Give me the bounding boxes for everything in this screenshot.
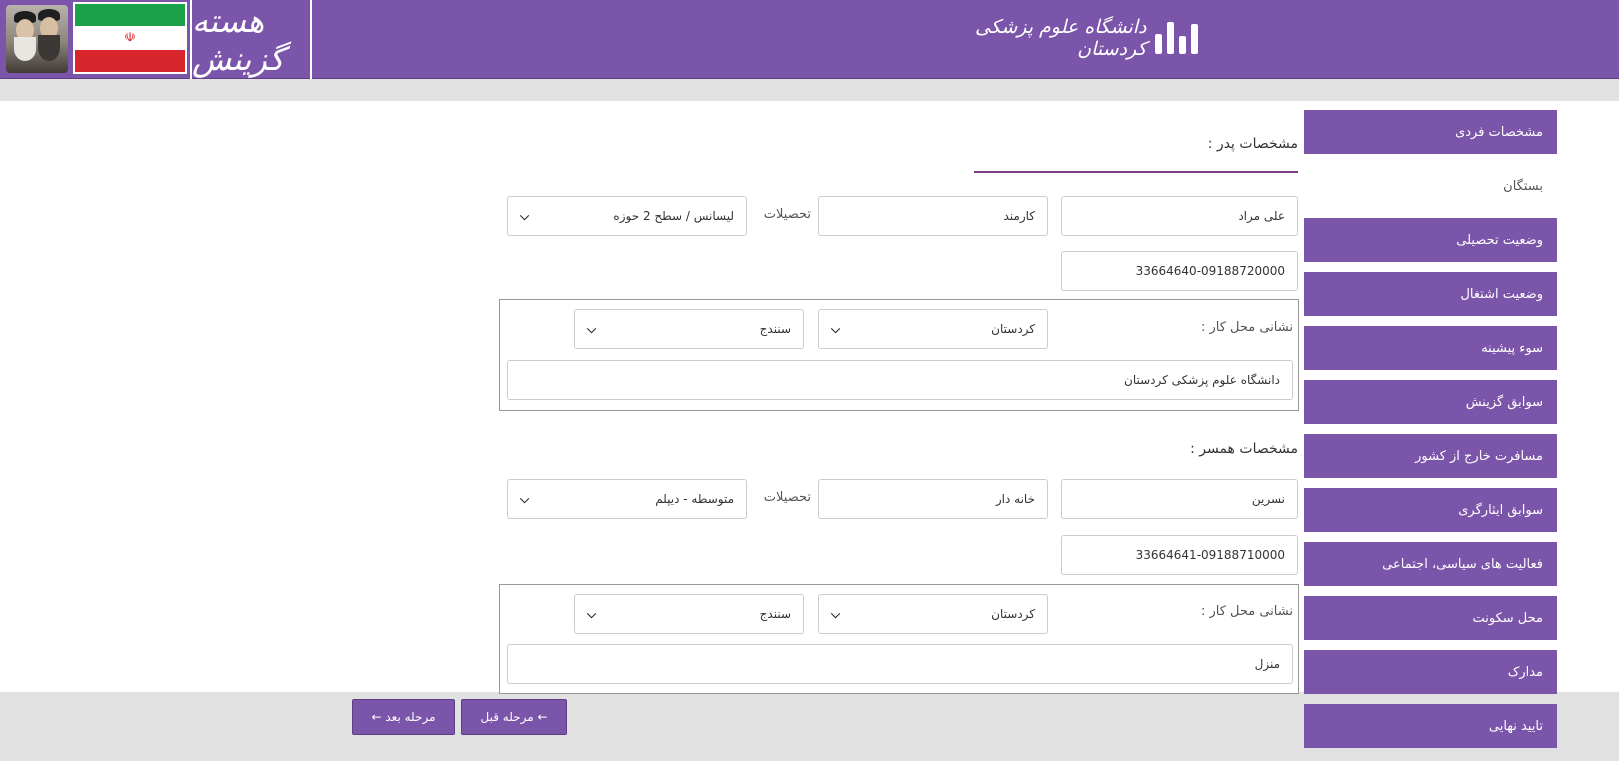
sidebar-item-label: سوابق گزینش bbox=[1465, 394, 1543, 410]
university-name: دانشگاه علوم پزشکی کردستان bbox=[974, 16, 1147, 60]
chevron-down-icon: ⌵ bbox=[520, 491, 530, 506]
flag-green-stripe bbox=[75, 4, 185, 27]
sidebar-item-label: فعالیت های سیاسی، اجتماعی bbox=[1382, 556, 1543, 572]
chevron-down-icon: ⌵ bbox=[587, 606, 597, 621]
spouse-name-input[interactable] bbox=[1061, 479, 1298, 519]
page-header: ☫ هسته گزینش دانشگاه علوم پزشکی کردستان bbox=[0, 0, 1619, 79]
spouse-province-select[interactable]: کردستان ⌵ bbox=[818, 594, 1048, 634]
university-emblem-icon bbox=[1155, 18, 1200, 58]
sidebar-item-label: وضعیت اشتغال bbox=[1460, 286, 1543, 302]
father-education-value: لیسانس / سطح 2 حوزه bbox=[613, 209, 734, 223]
header-band bbox=[0, 79, 1619, 101]
chevron-down-icon: ⌵ bbox=[831, 321, 841, 336]
spouse-phone-input[interactable] bbox=[1061, 535, 1298, 575]
step-sidebar: مشخصات فردی بستگان وضعیت تحصیلی وضعیت اش… bbox=[1304, 110, 1557, 758]
sidebar-item-final-confirm[interactable]: تایید نهایی bbox=[1304, 704, 1557, 748]
father-province-select[interactable]: کردستان ⌵ bbox=[818, 309, 1048, 349]
sidebar-item-personal-info[interactable]: مشخصات فردی bbox=[1304, 110, 1557, 154]
father-city-select[interactable]: سنندج ⌵ bbox=[574, 309, 804, 349]
prev-step-button[interactable]: ← مرحله قبل bbox=[461, 699, 567, 735]
spouse-city-select[interactable]: سنندج ⌵ bbox=[574, 594, 804, 634]
father-education-label: تحصیلات bbox=[763, 207, 811, 222]
sidebar-item-label: بستگان bbox=[1503, 178, 1543, 194]
sidebar-item-foreign-travel[interactable]: مسافرت خارج از کشور bbox=[1304, 434, 1557, 478]
sidebar-item-education-status[interactable]: وضعیت تحصیلی bbox=[1304, 218, 1557, 262]
sidebar-item-documents[interactable]: مدارک bbox=[1304, 650, 1557, 694]
flag-white-stripe: ☫ bbox=[75, 26, 185, 50]
spouse-address-input[interactable] bbox=[507, 644, 1293, 684]
sidebar-item-label: وضعیت تحصیلی bbox=[1456, 232, 1543, 248]
father-job-input[interactable] bbox=[818, 196, 1048, 236]
sidebar-item-label: تایید نهایی bbox=[1488, 718, 1543, 734]
sidebar-item-label: سوابق ایثارگری bbox=[1458, 502, 1543, 518]
sidebar-item-relatives[interactable]: بستگان bbox=[1304, 164, 1557, 208]
sidebar-item-label: مسافرت خارج از کشور bbox=[1415, 448, 1543, 464]
portrait-beard-left bbox=[14, 37, 36, 61]
flag-red-stripe bbox=[75, 49, 185, 72]
sidebar-item-political-social[interactable]: فعالیت های سیاسی، اجتماعی bbox=[1304, 542, 1557, 586]
brand-logo: هسته گزینش bbox=[190, 0, 312, 79]
father-education-select[interactable]: لیسانس / سطح 2 حوزه ⌵ bbox=[507, 196, 747, 236]
chevron-down-icon: ⌵ bbox=[520, 208, 530, 223]
sidebar-item-veteran-history[interactable]: سوابق ایثارگری bbox=[1304, 488, 1557, 532]
iran-flag: ☫ bbox=[73, 2, 187, 74]
father-city-value: سنندج bbox=[759, 322, 791, 336]
father-province-value: کردستان bbox=[991, 322, 1035, 336]
sidebar-item-label: مدارک bbox=[1507, 664, 1543, 680]
sidebar-item-label: محل سکونت bbox=[1472, 610, 1543, 626]
spouse-city-value: سنندج bbox=[759, 607, 791, 621]
flag-emblem-icon: ☫ bbox=[124, 30, 136, 46]
spouse-job-input[interactable] bbox=[818, 479, 1048, 519]
spouse-education-label: تحصیلات bbox=[763, 490, 811, 505]
sidebar-item-residence[interactable]: محل سکونت bbox=[1304, 596, 1557, 640]
father-section-title: مشخصات پدر : bbox=[1207, 136, 1298, 152]
sidebar-item-label: سوء پیشینه bbox=[1481, 340, 1543, 356]
sidebar-item-label: مشخصات فردی bbox=[1455, 124, 1543, 140]
chevron-down-icon: ⌵ bbox=[587, 321, 597, 336]
chevron-down-icon: ⌵ bbox=[831, 606, 841, 621]
sidebar-item-selection-history[interactable]: سوابق گزینش bbox=[1304, 380, 1557, 424]
father-title-rule bbox=[974, 171, 1298, 173]
spouse-education-value: متوسطه - دیپلم bbox=[655, 492, 734, 506]
next-step-button[interactable]: مرحله بعد ← bbox=[352, 699, 455, 735]
spouse-province-value: کردستان bbox=[991, 607, 1035, 621]
leaders-portrait bbox=[6, 5, 68, 73]
portrait-beard-right bbox=[38, 35, 60, 61]
spouse-workplace-label: نشانی محل کار : bbox=[1200, 604, 1293, 619]
father-name-input[interactable] bbox=[1061, 196, 1298, 236]
spouse-education-select[interactable]: متوسطه - دیپلم ⌵ bbox=[507, 479, 747, 519]
university-logo: دانشگاه علوم پزشکی کردستان bbox=[940, 10, 1200, 66]
father-phone-input[interactable] bbox=[1061, 251, 1298, 291]
father-workplace-label: نشانی محل کار : bbox=[1200, 320, 1293, 335]
sidebar-item-criminal-record[interactable]: سوء پیشینه bbox=[1304, 326, 1557, 370]
father-address-input[interactable] bbox=[507, 360, 1293, 400]
spouse-section-title: مشخصات همسر : bbox=[1190, 441, 1298, 457]
sidebar-item-employment-status[interactable]: وضعیت اشتغال bbox=[1304, 272, 1557, 316]
